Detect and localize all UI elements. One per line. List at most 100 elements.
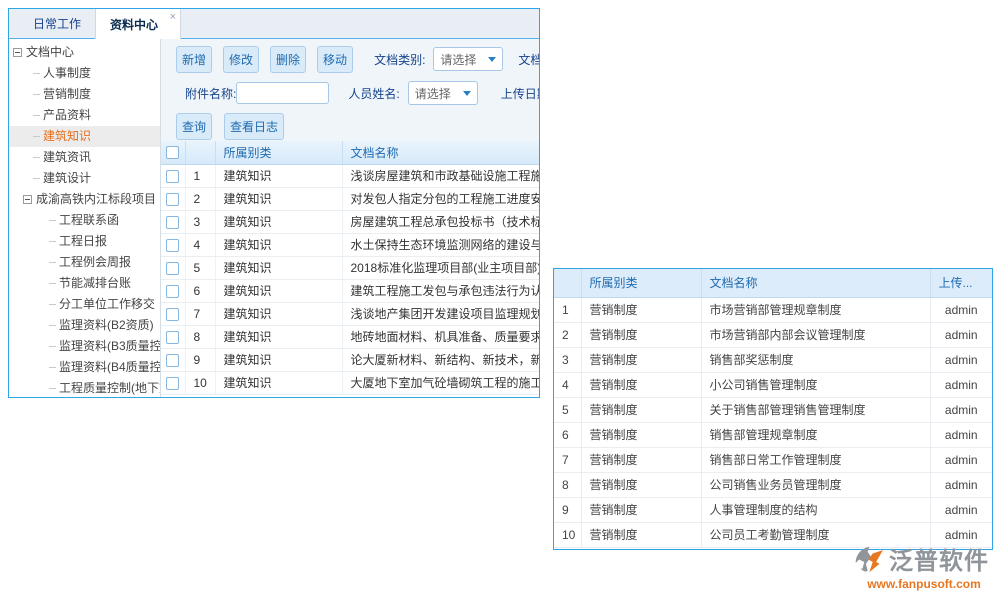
row-checkbox[interactable] bbox=[166, 354, 179, 367]
delete-button[interactable]: 删除 bbox=[270, 46, 306, 73]
tab-data-center[interactable]: 资料中心 × bbox=[95, 8, 181, 39]
table-row[interactable]: 4营销制度小公司销售管理制度admin bbox=[554, 372, 992, 397]
close-icon[interactable]: × bbox=[170, 11, 176, 23]
table-row[interactable]: 3营销制度销售部奖惩制度admin bbox=[554, 347, 992, 372]
docname-cell: 销售部奖惩制度 bbox=[701, 347, 930, 372]
table-row[interactable]: 4建筑知识水土保持生态环境监测网络的建设与资... bbox=[161, 233, 539, 256]
table-row[interactable]: 10营销制度公司员工考勤管理制度admin bbox=[554, 522, 992, 547]
tree-item-weekly-meeting[interactable]: 工程例会周报 bbox=[9, 252, 160, 273]
table-row[interactable]: 8营销制度公司销售业务员管理制度admin bbox=[554, 472, 992, 497]
select-all-checkbox[interactable] bbox=[166, 146, 179, 159]
row-checkbox[interactable] bbox=[166, 170, 179, 183]
docname-column-header[interactable]: 文档名称 bbox=[701, 269, 930, 297]
table-row[interactable]: 3建筑知识房屋建筑工程总承包投标书（技术标）... bbox=[161, 210, 539, 233]
table-row[interactable]: 9建筑知识论大厦新材料、新结构、新技术，新工... bbox=[161, 348, 539, 371]
tree-line bbox=[49, 304, 56, 305]
row-number-cell: 6 bbox=[554, 422, 581, 447]
category-column-header[interactable]: 所属别类 bbox=[215, 141, 342, 164]
table-row[interactable]: 6营销制度销售部管理规章制度admin bbox=[554, 422, 992, 447]
docname-cell: 小公司销售管理制度 bbox=[701, 372, 930, 397]
category-cell: 营销制度 bbox=[581, 472, 701, 497]
row-checkbox[interactable] bbox=[166, 216, 179, 229]
table-row[interactable]: 1建筑知识浅谈房屋建筑和市政基础设施工程施工... bbox=[161, 164, 539, 187]
query-button[interactable]: 查询 bbox=[176, 113, 212, 140]
tree-line bbox=[49, 367, 56, 368]
row-checkbox[interactable] bbox=[166, 331, 179, 344]
row-number-cell: 4 bbox=[554, 372, 581, 397]
fanpu-logo-url[interactable]: www.fanpusoft.com bbox=[853, 577, 995, 591]
row-number-header bbox=[185, 141, 215, 164]
tree-item-energy-ledger[interactable]: 节能减排台账 bbox=[9, 273, 160, 294]
table-row[interactable]: 5建筑知识2018标准化监理项目部(业主项目部)人员... bbox=[161, 256, 539, 279]
collapse-icon[interactable] bbox=[13, 48, 22, 57]
uploader-cell: admin bbox=[930, 372, 992, 397]
tree-item-daily-report[interactable]: 工程日报 bbox=[9, 231, 160, 252]
doc-type-select[interactable]: 请选择 bbox=[433, 47, 503, 71]
docname-cell: 人事管理制度的结构 bbox=[701, 497, 930, 522]
tree-node-project[interactable]: 成渝高铁内江标段项目 bbox=[9, 189, 160, 210]
row-checkbox[interactable] bbox=[166, 285, 179, 298]
add-button[interactable]: 新增 bbox=[176, 46, 212, 73]
tree-item-supervision-b4[interactable]: 监理资料(B4质量控制) bbox=[9, 357, 160, 378]
tree-line bbox=[49, 262, 56, 263]
category-cell: 营销制度 bbox=[581, 322, 701, 347]
table-row[interactable]: 5营销制度关于销售部管理销售管理制度admin bbox=[554, 397, 992, 422]
tree-item-product-data[interactable]: 产品资料 bbox=[9, 105, 160, 126]
row-number-cell: 2 bbox=[554, 322, 581, 347]
category-cell: 建筑知识 bbox=[215, 164, 342, 187]
edit-button[interactable]: 修改 bbox=[223, 46, 259, 73]
tree-item-contact-letter[interactable]: 工程联系函 bbox=[9, 210, 160, 231]
uploader-cell: admin bbox=[930, 497, 992, 522]
tab-daily-work[interactable]: 日常工作 bbox=[19, 8, 95, 38]
row-checkbox[interactable] bbox=[166, 239, 179, 252]
tree-item-marketing-policy[interactable]: 营销制度 bbox=[9, 84, 160, 105]
row-checkbox[interactable] bbox=[166, 308, 179, 321]
docname-cell: 销售部管理规章制度 bbox=[701, 422, 930, 447]
category-tree: 文档中心 人事制度 营销制度 产品资料 建筑知识 建筑资讯 建筑设计 成渝高铁内… bbox=[9, 39, 161, 397]
row-checkbox[interactable] bbox=[166, 377, 179, 390]
tree-item-building-design[interactable]: 建筑设计 bbox=[9, 168, 160, 189]
tab-label: 资料中心 bbox=[110, 18, 158, 32]
row-checkbox[interactable] bbox=[166, 193, 179, 206]
table-row[interactable]: 2营销制度市场营销部内部会议管理制度admin bbox=[554, 322, 992, 347]
table-row[interactable]: 10建筑知识大厦地下室加气砼墙砌筑工程的施工方... bbox=[161, 371, 539, 394]
tree-item-work-transfer[interactable]: 分工单位工作移交 bbox=[9, 294, 160, 315]
table-row[interactable]: 7建筑知识浅谈地产集团开发建设项目监理规划编... bbox=[161, 302, 539, 325]
row-number-cell: 6 bbox=[185, 279, 215, 302]
tree-item-quality-basement[interactable]: 工程质量控制(地下室) bbox=[9, 378, 160, 397]
uploader-column-header[interactable]: 上传... bbox=[930, 269, 992, 297]
table-row[interactable]: 6建筑知识建筑工程施工发包与承包违法行为认定... bbox=[161, 279, 539, 302]
table-row[interactable]: 9营销制度人事管理制度的结构admin bbox=[554, 497, 992, 522]
docname-cell: 市场营销部管理规章制度 bbox=[701, 297, 930, 322]
person-name-label: 人员姓名: bbox=[348, 85, 399, 102]
tree-item-supervision-b2[interactable]: 监理资料(B2资质) bbox=[9, 315, 160, 336]
person-name-select[interactable]: 请选择 bbox=[408, 81, 478, 105]
row-number-cell: 10 bbox=[554, 522, 581, 547]
table-row[interactable]: 1营销制度市场营销部管理规章制度admin bbox=[554, 297, 992, 322]
tree-item-building-knowledge[interactable]: 建筑知识 bbox=[9, 126, 160, 147]
collapse-icon[interactable] bbox=[23, 195, 32, 204]
chevron-down-icon bbox=[463, 91, 471, 96]
tree-root-document-center[interactable]: 文档中心 bbox=[9, 42, 160, 63]
attachment-name-input[interactable] bbox=[236, 82, 329, 104]
tree-item-building-news[interactable]: 建筑资讯 bbox=[9, 147, 160, 168]
table-row[interactable]: 8建筑知识地砖地面材料、机具准备、质量要求及... bbox=[161, 325, 539, 348]
docname-cell: 大厦地下室加气砼墙砌筑工程的施工方... bbox=[342, 371, 539, 394]
tree-item-supervision-b3[interactable]: 监理资料(B3质量控制) bbox=[9, 336, 160, 357]
move-button[interactable]: 移动 bbox=[317, 46, 353, 73]
table-row[interactable]: 2建筑知识对发包人指定分包的工程施工进度安排... bbox=[161, 187, 539, 210]
category-cell: 营销制度 bbox=[581, 422, 701, 447]
uploader-cell: admin bbox=[930, 347, 992, 372]
row-number-cell: 7 bbox=[185, 302, 215, 325]
docname-column-header[interactable]: 文档名称 bbox=[342, 141, 539, 164]
category-cell: 建筑知识 bbox=[215, 256, 342, 279]
uploader-cell: admin bbox=[930, 472, 992, 497]
view-log-button[interactable]: 查看日志 bbox=[224, 113, 284, 140]
category-column-header[interactable]: 所属别类 bbox=[581, 269, 701, 297]
tree-item-hr-policy[interactable]: 人事制度 bbox=[9, 63, 160, 84]
row-checkbox[interactable] bbox=[166, 262, 179, 275]
docname-cell: 水土保持生态环境监测网络的建设与资... bbox=[342, 233, 539, 256]
table-row[interactable]: 7营销制度销售部日常工作管理制度admin bbox=[554, 447, 992, 472]
row-number-cell: 3 bbox=[185, 210, 215, 233]
category-cell: 建筑知识 bbox=[215, 233, 342, 256]
